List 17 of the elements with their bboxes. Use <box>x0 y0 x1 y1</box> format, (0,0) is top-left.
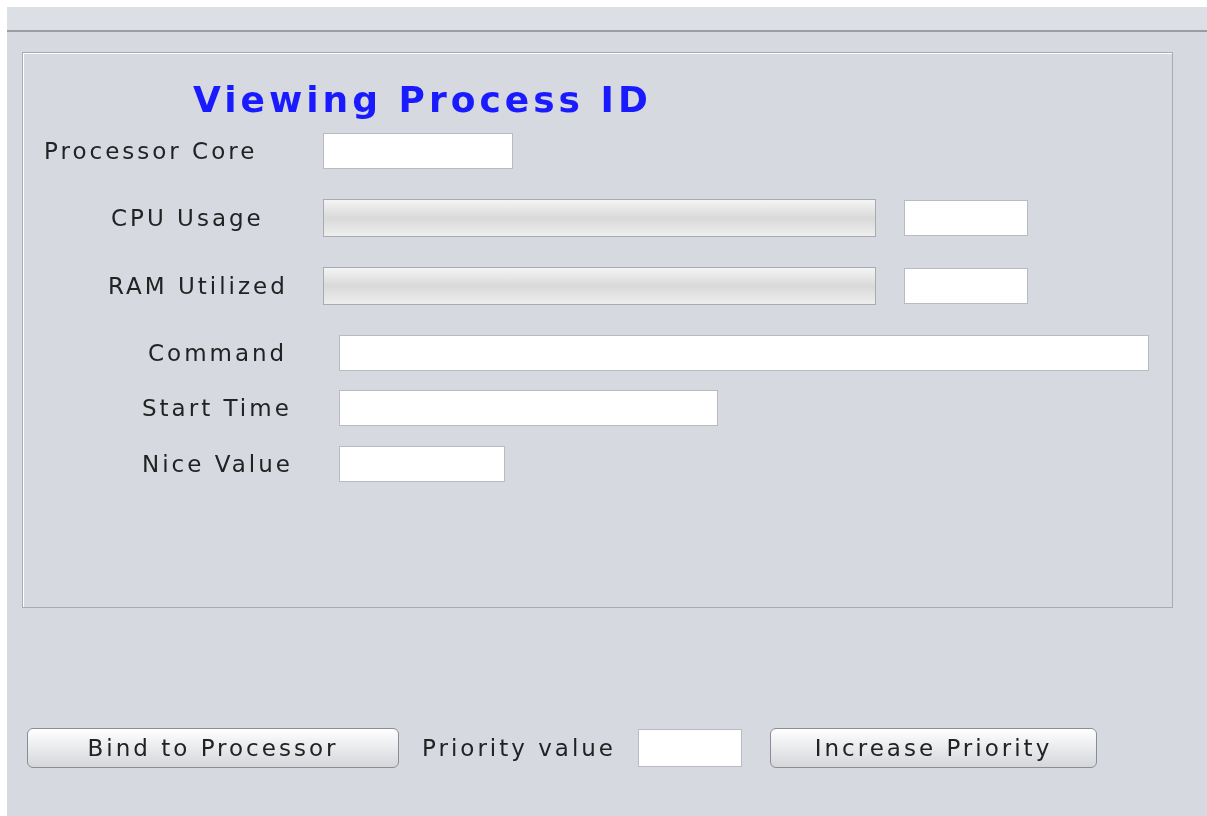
input-field[interactable] <box>323 133 513 169</box>
field-label: RAM Utilized <box>108 272 288 299</box>
input-field[interactable] <box>339 446 505 482</box>
bind-button[interactable]: Bind to Processor <box>27 728 399 768</box>
field-label: Start Time <box>142 394 292 421</box>
field-label: Processor Core <box>44 137 258 164</box>
field-label: CPU Usage <box>111 204 264 231</box>
value-field[interactable] <box>904 200 1028 236</box>
panel-title: Viewing Process ID <box>193 79 652 120</box>
input-field[interactable] <box>339 335 1149 371</box>
input-field[interactable] <box>339 390 718 426</box>
field-label: Nice Value <box>142 450 293 477</box>
value-field[interactable] <box>904 268 1028 304</box>
priority-label: Priority value <box>422 733 616 763</box>
field-label: Command <box>148 339 288 366</box>
increase-priority-button[interactable]: Increase Priority <box>770 728 1097 768</box>
priority-field[interactable] <box>638 729 742 767</box>
